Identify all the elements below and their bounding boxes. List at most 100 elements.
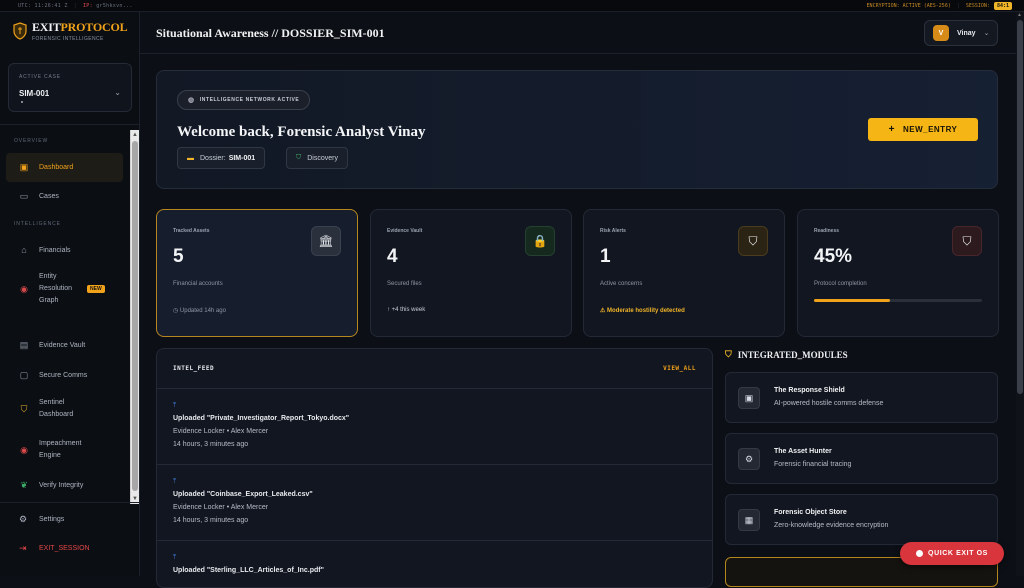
list-item[interactable]: ⤒ Uploaded "Sterling_LLC_Articles_of_Inc… <box>157 541 712 587</box>
ip-value: gr5hkxvn... <box>96 3 133 9</box>
chevron-down-icon: ⌄ <box>983 30 990 37</box>
divider <box>0 502 140 503</box>
feed-item-meta: Evidence Locker • Alex Mercer <box>173 504 269 511</box>
stat-value: 45% <box>814 246 853 267</box>
feed-item-meta: Evidence Locker • Alex Mercer <box>173 428 269 435</box>
chip-icon: ⚙ <box>738 448 760 470</box>
sidebar-item-cases[interactable]: ▭ Cases <box>6 184 123 208</box>
alert-shield-icon: ⛉ <box>738 226 768 256</box>
network-status-pill: ◍ INTELLIGENCE NETWORK ACTIVE <box>177 90 311 110</box>
document-icon: ▤ <box>19 339 29 350</box>
stat-footer: ⚠ Moderate hostility detected <box>600 308 685 314</box>
chevron-down-icon: ⌄ <box>114 88 121 97</box>
lock-file-icon: 🔒 <box>525 226 555 256</box>
status-left: UTC: 11:26:41 Z | IP: gr5hkxvn... <box>18 3 133 9</box>
sidebar-item-dashboard[interactable]: ▣ Dashboard <box>6 153 123 182</box>
chat-shield-icon: ▣ <box>738 387 760 409</box>
phase-chip[interactable]: ⛉ Discovery <box>286 147 348 169</box>
sidebar-item-label: Impeachment Engine <box>39 440 82 459</box>
scroll-up-icon[interactable]: ▲ <box>1017 12 1022 18</box>
module-name: Forensic Object Store <box>774 509 847 516</box>
stat-label: Tracked Assets <box>173 228 210 234</box>
user-menu[interactable]: V Vinay ⌄ <box>924 20 998 46</box>
feed-item-title: Uploaded "Sterling_LLC_Articles_of_Inc.p… <box>173 567 324 574</box>
stat-label: Risk Alerts <box>600 228 626 234</box>
utc-clock: UTC: 11:26:41 Z <box>18 3 68 9</box>
stat-label: Evidence Vault <box>387 228 423 234</box>
modules-title: ⛉ INTEGRATED_MODULES <box>725 349 848 360</box>
message-icon: ▢ <box>19 369 29 380</box>
page-scrollbar[interactable]: ▲ <box>1016 12 1024 576</box>
list-item[interactable]: ⤒ Uploaded "Coinbase_Export_Leaked.csv" … <box>157 465 712 541</box>
briefcase-icon: ▭ <box>19 190 29 201</box>
sidebar-item-verify-integrity[interactable]: ❦ Verify Integrity <box>6 473 123 490</box>
view-all-link[interactable]: VIEW_ALL <box>663 365 696 372</box>
sidebar-item-label: Evidence Vault <box>39 341 86 349</box>
module-asset-hunter[interactable]: ⚙ The Asset Hunter Forensic financial tr… <box>725 433 998 484</box>
feed-item-title: Uploaded "Coinbase_Export_Leaked.csv" <box>173 491 313 498</box>
new-entry-button[interactable]: + NEW_ENTRY <box>868 118 978 141</box>
active-case-label: ACTIVE CASE <box>19 74 61 80</box>
session-label: SESSION: <box>965 3 990 9</box>
sidebar-item-financials[interactable]: ⌂ Financials <box>6 238 123 262</box>
stat-card-risk-alerts[interactable]: Risk Alerts 1 Active concerns ⚠ Moderate… <box>583 209 785 337</box>
scroll-thumb[interactable] <box>132 141 138 491</box>
stat-sub: Protocol completion <box>814 281 867 287</box>
settings-button[interactable]: ⚙ Settings <box>19 514 64 525</box>
leaf-icon: ❦ <box>20 479 28 490</box>
module-name: The Response Shield <box>774 387 845 394</box>
module-desc: AI-powered hostile comms defense <box>774 400 884 407</box>
module-response-shield[interactable]: ▣ The Response Shield AI-powered hostile… <box>725 372 998 423</box>
vault-icon: ▦ <box>738 509 760 531</box>
scroll-thumb[interactable] <box>1017 20 1023 394</box>
sidebar-item-label: Cases <box>39 192 59 200</box>
target-icon: ◉ <box>20 283 28 294</box>
shield-icon: ⛉ <box>296 154 302 161</box>
feed-header: INTEL_FEED VIEW_ALL <box>157 349 712 389</box>
feed-item-time: 14 hours, 3 minutes ago <box>173 517 249 524</box>
feed-title: INTEL_FEED <box>173 365 215 372</box>
intel-feed-panel: INTEL_FEED VIEW_ALL ⤒ Uploaded "Private_… <box>156 348 713 588</box>
encryption-status: ENCRYPTION: ACTIVE (AES-256) <box>866 3 951 9</box>
list-item[interactable]: ⤒ Uploaded "Private_Investigator_Report_… <box>157 389 712 465</box>
check-shield-icon: ⛉ <box>952 226 982 256</box>
sidebar-item-sentinel[interactable]: ⛉ Sentinel Dashboard <box>6 390 123 428</box>
sidebar-item-label: Secure Comms <box>39 371 88 379</box>
stat-footer: ◷ Updated 14h ago <box>173 308 226 314</box>
quick-exit-button[interactable]: QUICK EXIT OS <box>900 542 1004 565</box>
sidebar-scrollbar[interactable]: ▲ ▼ <box>130 130 139 504</box>
section-intelligence: INTELLIGENCE <box>14 221 61 227</box>
stat-card-tracked-assets[interactable]: Tracked Assets 5 Financial accounts ◷ Up… <box>156 209 358 337</box>
folder-icon: ▬ <box>187 154 194 162</box>
sidebar: EXITPROTOCOL FORENSIC INTELLIGENCE ACTIV… <box>0 12 140 576</box>
new-badge: NEW <box>87 285 105 293</box>
stat-card-readiness[interactable]: Readiness 45% Protocol completion ⛉ <box>797 209 999 337</box>
exit-session-button[interactable]: ⇥ EXIT_SESSION <box>19 543 90 554</box>
module-desc: Zero-knowledge evidence encryption <box>774 522 889 529</box>
scroll-up-icon[interactable]: ▲ <box>132 131 138 139</box>
readiness-progress <box>814 299 982 302</box>
stat-value: 1 <box>600 246 611 267</box>
sidebar-item-label: Financials <box>39 246 71 254</box>
sidebar-item-secure-comms[interactable]: ▢ Secure Comms <box>6 363 123 387</box>
stat-card-evidence-vault[interactable]: Evidence Vault 4 Secured files ↑ +4 this… <box>370 209 572 337</box>
module-desc: Forensic financial tracing <box>774 461 852 468</box>
brand-logo[interactable]: EXITPROTOCOL FORENSIC INTELLIGENCE <box>13 20 128 42</box>
shield-icon: ⛉ <box>20 403 28 414</box>
sidebar-item-impeachment[interactable]: ◉ Impeachment Engine <box>6 431 123 469</box>
status-bar: UTC: 11:26:41 Z | IP: gr5hkxvn... ENCRYPTI… <box>0 0 1024 12</box>
active-case-selector[interactable]: ACTIVE CASE SIM-001 ⌄ <box>8 63 132 112</box>
dossier-chip[interactable]: ▬ Dossier: SIM-001 <box>177 147 266 169</box>
shield-icon: ⛉ <box>725 349 732 359</box>
stat-value: 5 <box>173 246 184 267</box>
shield-logo-icon <box>13 22 27 40</box>
upload-icon: ⤒ <box>173 554 177 561</box>
sidebar-item-evidence-vault[interactable]: ▤ Evidence Vault <box>6 333 123 357</box>
active-case-value: SIM-001 <box>19 89 50 98</box>
feed-item-time: 14 hours, 3 minutes ago <box>173 441 249 448</box>
bank-icon: 🏛 <box>311 226 341 256</box>
module-object-store[interactable]: ▦ Forensic Object Store Zero-knowledge e… <box>725 494 998 545</box>
session-badge: 84:1 <box>993 2 1012 10</box>
sidebar-item-entity-resolution[interactable]: ◉ Entity Resolution Graph NEW <box>6 270 123 308</box>
logout-icon: ⇥ <box>19 543 27 553</box>
